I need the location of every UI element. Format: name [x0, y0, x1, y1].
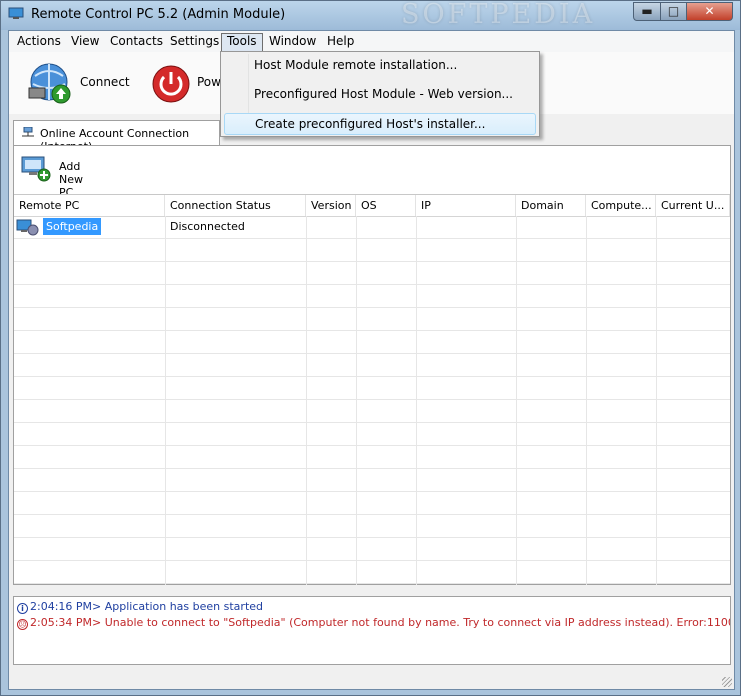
menu-bar: Actions View Contacts Settings Tools Win…: [9, 31, 734, 53]
info-icon: i: [17, 603, 28, 614]
table-row[interactable]: Softpedia Disconnected: [14, 216, 730, 239]
log-message: Application has been started: [101, 600, 264, 613]
cell-connection-status: Disconnected: [170, 220, 245, 233]
error-icon: ☹: [17, 619, 28, 630]
menu-view[interactable]: View: [66, 33, 104, 50]
table-row: [14, 377, 730, 400]
cell-remote-pc: Softpedia: [14, 216, 164, 238]
tools-dropdown-menu: Host Module remote installation... Preco…: [220, 51, 540, 137]
softpedia-watermark: SOFTPEDIA: [401, 0, 596, 30]
table-row: [14, 331, 730, 354]
globe-connect-icon: [28, 63, 71, 104]
col-version[interactable]: Version: [306, 195, 356, 216]
event-log[interactable]: i 2:04:16 PM> Application has been starte…: [13, 596, 731, 665]
table-row: [14, 515, 730, 538]
remote-pc-name: Softpedia: [43, 218, 102, 235]
table-row: [14, 492, 730, 515]
table-row: [14, 423, 730, 446]
title-bar[interactable]: Remote Control PC 5.2 (Admin Module) SOF…: [1, 0, 740, 30]
table-row: [14, 262, 730, 285]
table-row: [14, 285, 730, 308]
menu-item-preconfigured-web[interactable]: Preconfigured Host Module - Web version.…: [224, 83, 536, 105]
log-time: 2:04:16 PM>: [30, 600, 102, 613]
menu-item-create-installer[interactable]: Create preconfigured Host's installer...: [224, 113, 536, 135]
maximize-button[interactable]: □: [660, 2, 687, 21]
remote-pc-pane: Add New PC... Remote PC Connection Statu…: [13, 145, 731, 585]
menu-help[interactable]: Help: [322, 33, 359, 50]
table-row: [14, 561, 730, 584]
col-remote-pc[interactable]: Remote PC: [14, 195, 165, 216]
menu-tools[interactable]: Tools: [221, 33, 263, 52]
close-button[interactable]: ✕: [686, 2, 733, 21]
network-icon: [22, 127, 34, 137]
log-message: Unable to connect to "Softpedia" (Comput…: [104, 616, 730, 629]
table-header: Remote PC Connection Status Version OS I…: [14, 195, 730, 217]
table-row: [14, 239, 730, 262]
table-row: [14, 538, 730, 561]
window-title: Remote Control PC 5.2 (Admin Module): [31, 7, 286, 22]
minimize-button[interactable]: ▬: [633, 2, 661, 21]
connect-label: Connect: [80, 75, 130, 89]
add-pc-icon: [21, 156, 51, 182]
col-current-user[interactable]: Current U...: [656, 195, 730, 216]
menu-actions[interactable]: Actions: [12, 33, 66, 50]
table-row: [14, 308, 730, 331]
col-ip[interactable]: IP: [416, 195, 516, 216]
col-computer[interactable]: Compute...: [586, 195, 656, 216]
col-os[interactable]: OS: [356, 195, 416, 216]
app-window: Remote Control PC 5.2 (Admin Module) SOF…: [0, 0, 741, 696]
log-entry-error: ☹ 2:05:34 PM> Unable to connect to "Softp…: [17, 615, 730, 631]
log-entry-info: i 2:04:16 PM> Application has been starte…: [17, 599, 263, 615]
log-time: 2:05:34 PM>: [30, 616, 102, 629]
remote-pc-table: Remote PC Connection Status Version OS I…: [14, 194, 730, 585]
col-connection-status[interactable]: Connection Status: [165, 195, 306, 216]
connect-button[interactable]: Connect: [27, 60, 130, 104]
resize-grip-icon[interactable]: [722, 677, 732, 687]
menu-window[interactable]: Window: [264, 33, 321, 50]
app-monitor-icon: [8, 7, 24, 19]
table-row: [14, 354, 730, 377]
tab-online-account[interactable]: Online Account Connection (Internet): [13, 120, 220, 153]
table-row: [14, 400, 730, 423]
col-domain[interactable]: Domain: [516, 195, 586, 216]
menu-item-host-remote-install[interactable]: Host Module remote installation...: [224, 54, 536, 76]
menu-contacts[interactable]: Contacts: [105, 33, 168, 50]
table-row: [14, 469, 730, 492]
pc-disconnected-icon: [16, 219, 39, 236]
menu-settings[interactable]: Settings: [165, 33, 224, 50]
power-button[interactable]: Power: [151, 60, 233, 104]
power-icon: [152, 65, 190, 103]
table-row: [14, 446, 730, 469]
status-bar: [9, 669, 734, 689]
